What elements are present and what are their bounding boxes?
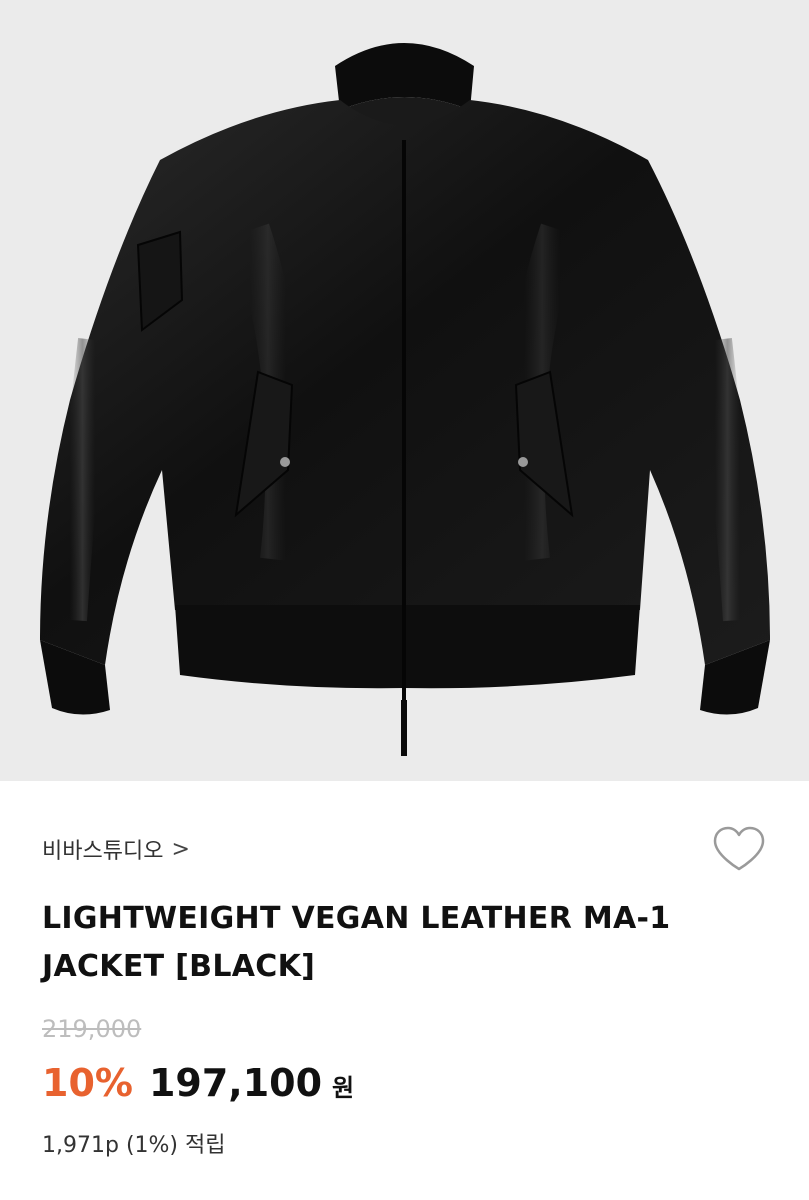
sale-price: 197,100 xyxy=(148,1061,323,1105)
brand-link[interactable]: 비바스튜디오 > xyxy=(42,833,190,865)
price-row: 10% 197,100 원 xyxy=(42,1061,354,1105)
product-title: LIGHTWEIGHT VEGAN LEATHER MA-1 JACKET [B… xyxy=(42,901,671,984)
chevron-right-icon: > xyxy=(171,836,190,862)
product-info: 비바스튜디오 > LIGHTWEIGHT VEGAN LEATHER MA-1 … xyxy=(0,781,809,1200)
jacket-illustration xyxy=(40,43,770,756)
brand-name: 비바스튜디오 xyxy=(42,839,164,864)
heart-outline-icon xyxy=(713,826,765,871)
original-price: 219,000 xyxy=(42,1015,142,1043)
product-image[interactable] xyxy=(0,0,809,781)
discount-rate: 10% xyxy=(42,1061,133,1105)
reward-points: 1,971p (1%) 적립 xyxy=(42,1133,226,1158)
currency-label: 원 xyxy=(332,1074,355,1102)
wishlist-button[interactable] xyxy=(711,825,767,875)
